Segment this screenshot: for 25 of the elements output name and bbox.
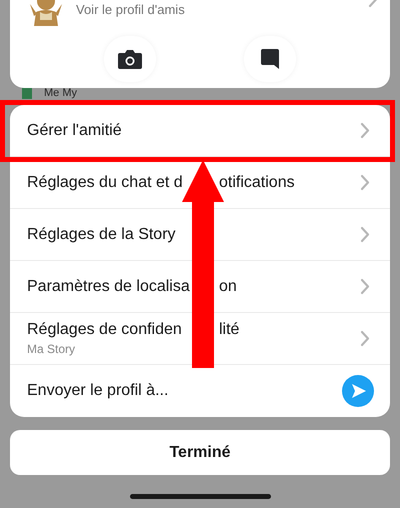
chevron-icon bbox=[360, 122, 370, 139]
chat-bubble-icon bbox=[260, 48, 280, 70]
camera-button[interactable] bbox=[104, 36, 156, 82]
item-label: Envoyer le profil à... bbox=[27, 382, 168, 400]
contact-avatar-icon bbox=[22, 88, 32, 99]
item-label: otifications bbox=[219, 174, 295, 192]
send-icon[interactable] bbox=[342, 375, 374, 407]
chat-button[interactable] bbox=[244, 36, 296, 82]
item-label: Réglages de la Story bbox=[27, 226, 176, 244]
item-label: Réglages du chat et d bbox=[27, 174, 184, 192]
chevron-icon bbox=[360, 174, 370, 191]
chevron-icon bbox=[360, 330, 370, 347]
item-label: Gérer l'amitié bbox=[27, 122, 122, 140]
item-subtitle: Ma Story bbox=[27, 342, 76, 356]
item-label: Réglages de confiden bbox=[27, 321, 183, 339]
contact-name: Me My bbox=[44, 88, 77, 99]
done-button[interactable]: Terminé bbox=[10, 430, 390, 475]
item-label: lité bbox=[219, 321, 240, 339]
profile-link[interactable]: Voir le profil d'amis bbox=[76, 2, 185, 17]
menu-item[interactable]: Envoyer le profil à... bbox=[10, 365, 390, 417]
camera-icon bbox=[117, 48, 143, 70]
chevron-icon bbox=[360, 278, 370, 295]
menu-item[interactable]: Gérer l'amitié bbox=[10, 105, 390, 157]
chevron-icon bbox=[360, 226, 370, 243]
item-label: on bbox=[219, 278, 237, 296]
